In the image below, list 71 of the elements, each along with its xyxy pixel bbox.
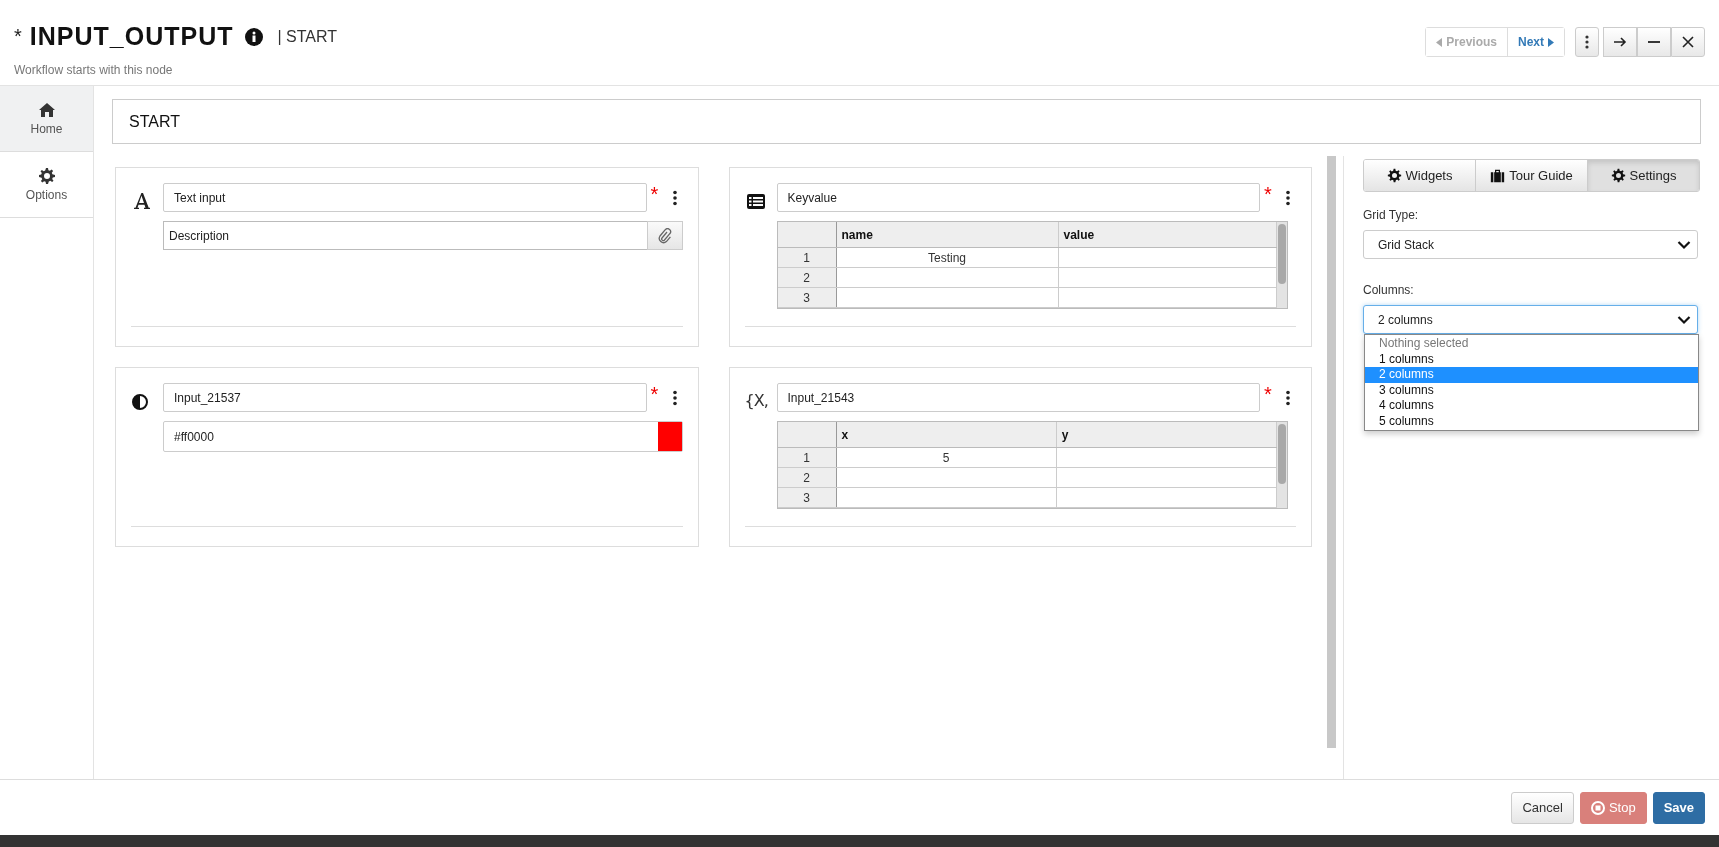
required-mark: * bbox=[1263, 383, 1273, 406]
scrollbar-thumb[interactable] bbox=[1278, 424, 1286, 484]
minimize-button[interactable] bbox=[1637, 27, 1671, 57]
required-mark: * bbox=[1263, 183, 1273, 206]
dropdown-option[interactable]: 5 columns bbox=[1365, 413, 1698, 429]
table-cell[interactable]: 5 bbox=[836, 447, 1057, 468]
forward-button[interactable] bbox=[1603, 27, 1637, 57]
scrollbar[interactable] bbox=[1327, 156, 1336, 748]
node-label: | START bbox=[277, 27, 338, 46]
columns-select[interactable]: 2 columns bbox=[1363, 305, 1698, 334]
panel-tab[interactable]: Tour Guide bbox=[1475, 160, 1587, 191]
close-icon bbox=[1681, 35, 1695, 49]
required-mark: * bbox=[649, 183, 660, 206]
color-swatch[interactable] bbox=[657, 422, 682, 451]
modified-mark: * bbox=[14, 25, 22, 48]
attach-button[interactable] bbox=[646, 221, 683, 250]
xy-icon-text: {X, bbox=[744, 391, 767, 410]
triangle-icon bbox=[1436, 37, 1443, 47]
grid-type-select[interactable]: Grid Stack bbox=[1363, 230, 1698, 259]
home-icon bbox=[38, 101, 55, 118]
table-cell[interactable]: Testing bbox=[836, 247, 1058, 268]
description-field[interactable]: Description bbox=[163, 221, 647, 250]
column-header: y bbox=[1056, 422, 1277, 448]
required-mark: * bbox=[649, 383, 660, 406]
select-value: Grid Stack bbox=[1378, 237, 1434, 252]
label-field[interactable]: Text input bbox=[163, 183, 647, 212]
row-number: 1 bbox=[777, 447, 836, 468]
gear-icon bbox=[1610, 168, 1626, 183]
window-title: INPUT_OUTPUT bbox=[29, 22, 234, 51]
close-button[interactable] bbox=[1671, 27, 1705, 57]
field-label: Columns: bbox=[1363, 283, 1415, 297]
gear-icon bbox=[1386, 168, 1402, 183]
next-button[interactable]: Next bbox=[1507, 28, 1564, 56]
panel-tab[interactable]: Widgets bbox=[1364, 160, 1475, 191]
scrollbar-thumb[interactable] bbox=[1278, 224, 1286, 284]
triangle-icon bbox=[1548, 37, 1554, 47]
column-header: value bbox=[1058, 222, 1277, 248]
list-icon bbox=[744, 191, 767, 210]
dropdown-option[interactable]: 1 columns bbox=[1365, 351, 1698, 367]
paperclip-icon bbox=[657, 227, 672, 244]
field-label: Grid Type: bbox=[1363, 208, 1420, 222]
row-number: 2 bbox=[777, 267, 836, 288]
save-button[interactable]: Save bbox=[1652, 791, 1705, 824]
column-header: name bbox=[836, 222, 1058, 248]
dropdown-option[interactable]: 4 columns bbox=[1365, 398, 1698, 414]
letter-icon bbox=[131, 191, 153, 210]
subtitle: Workflow starts with this node bbox=[14, 63, 174, 77]
gear-icon bbox=[38, 167, 55, 184]
column-header: x bbox=[836, 422, 1057, 448]
row-number: 3 bbox=[777, 487, 836, 508]
row-number: 1 bbox=[777, 247, 836, 268]
label-field[interactable]: Input_21537 bbox=[163, 383, 647, 412]
label-field[interactable]: Keyvalue bbox=[776, 183, 1260, 212]
panel-tab[interactable]: Settings bbox=[1587, 160, 1699, 191]
dropdown-option[interactable]: Nothing selected bbox=[1365, 336, 1698, 352]
row-number: 3 bbox=[777, 287, 836, 308]
arrow-icon bbox=[1613, 35, 1627, 49]
color-field[interactable]: #ff0000 bbox=[163, 421, 683, 452]
row-number: 2 bbox=[777, 467, 836, 488]
dropdown-option[interactable]: 3 columns bbox=[1365, 382, 1698, 398]
label-field[interactable]: Input_21543 bbox=[776, 383, 1260, 412]
sidebar-item[interactable]: Home bbox=[0, 86, 93, 152]
info-icon bbox=[245, 27, 264, 46]
caret-icon bbox=[1677, 239, 1691, 250]
stop-icon bbox=[1590, 800, 1605, 815]
suitcase-icon bbox=[1490, 168, 1506, 183]
node-name-field[interactable]: START bbox=[112, 99, 1701, 144]
select-value: 2 columns bbox=[1378, 312, 1433, 327]
caret-icon bbox=[1677, 314, 1691, 325]
cancel-button[interactable]: Cancel bbox=[1511, 791, 1574, 824]
color-value: #ff0000 bbox=[173, 428, 215, 446]
